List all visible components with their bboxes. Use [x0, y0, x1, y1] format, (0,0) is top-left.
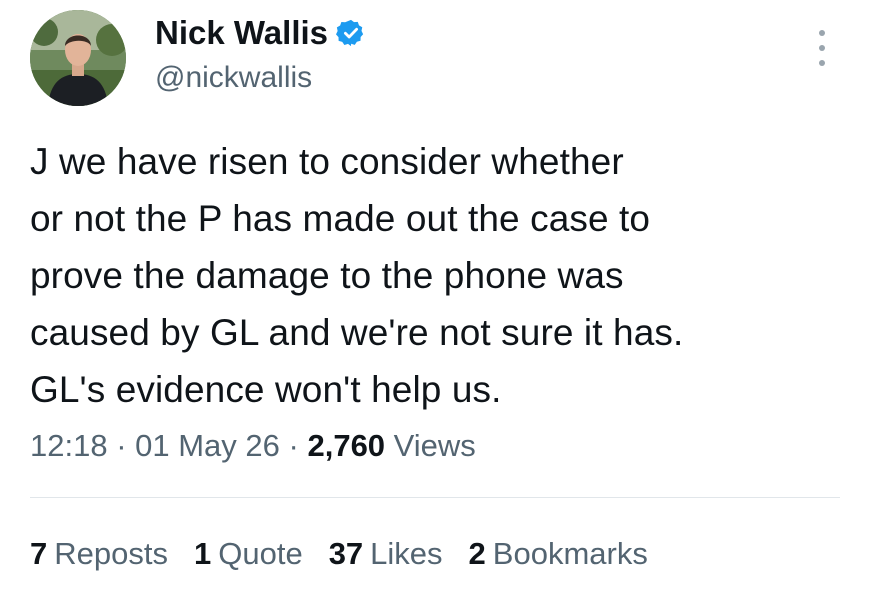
bookmarks-count: 2	[468, 536, 486, 571]
quotes-count: 1	[193, 536, 212, 571]
bookmarks-stat[interactable]: 2 Bookmarks	[469, 534, 648, 574]
meta-separator: ·	[279, 428, 308, 463]
author-name-row[interactable]: Nick Wallis	[155, 14, 366, 52]
views-label: Views	[393, 428, 476, 463]
more-dot	[819, 45, 825, 51]
reposts-label: Reposts	[54, 536, 168, 571]
reposts-count: 7	[30, 536, 48, 571]
tweet-meta: 12:18 · 01 May 26 · 2,760 Views	[30, 426, 476, 466]
reposts-stat[interactable]: 7 Reposts	[30, 534, 168, 574]
tweet-text: J we have risen to consider whether or n…	[30, 141, 684, 410]
display-name[interactable]: Nick Wallis	[155, 14, 328, 52]
divider	[30, 497, 840, 498]
meta-separator: ·	[107, 428, 136, 463]
more-dot	[819, 60, 825, 66]
more-dot	[819, 30, 825, 36]
tweet-date[interactable]: 01 May 26	[135, 428, 280, 463]
avatar[interactable]	[30, 10, 126, 106]
verified-badge-icon	[336, 18, 366, 48]
quotes-stat[interactable]: 1 Quote	[194, 534, 303, 574]
author-handle[interactable]: @nickwallis	[155, 60, 312, 96]
avatar-photo	[30, 10, 126, 106]
bookmarks-label: Bookmarks	[492, 536, 648, 571]
engagement-stats: 7 Reposts 1 Quote 37 Likes 2 Bookmarks	[30, 534, 648, 574]
more-vertical-icon[interactable]	[810, 30, 834, 66]
likes-label: Likes	[370, 536, 443, 571]
likes-stat[interactable]: 37 Likes	[329, 534, 443, 574]
tweet-time[interactable]: 12:18	[30, 428, 108, 463]
likes-count: 37	[328, 536, 364, 571]
quotes-label: Quote	[218, 536, 303, 571]
views-count: 2,760	[307, 428, 386, 463]
